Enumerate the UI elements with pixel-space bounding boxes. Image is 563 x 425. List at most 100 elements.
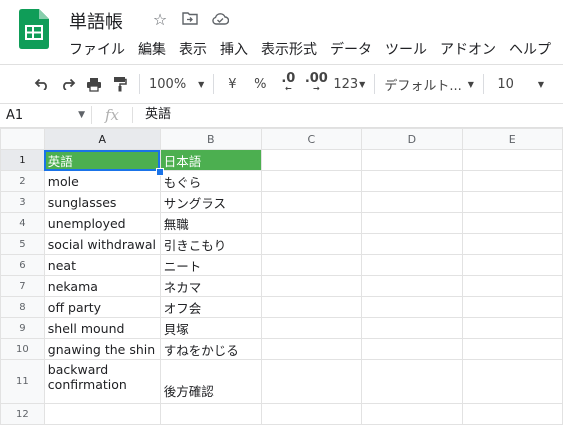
cell[interactable] <box>260 149 363 171</box>
cell[interactable] <box>260 296 363 318</box>
increase-decimal-button[interactable]: .00 → <box>303 71 329 97</box>
cell[interactable] <box>361 254 463 276</box>
row-header[interactable]: 1 <box>0 149 45 171</box>
row-header[interactable]: 11 <box>0 359 45 404</box>
cell[interactable] <box>461 296 563 318</box>
redo-icon[interactable] <box>58 71 78 97</box>
cell[interactable] <box>260 191 363 213</box>
cell[interactable] <box>361 296 463 318</box>
menu-help[interactable]: ヘルプ <box>509 39 551 59</box>
menu-view[interactable]: 表示 <box>179 39 207 59</box>
cell[interactable] <box>461 170 563 192</box>
cell[interactable] <box>361 233 463 255</box>
cell[interactable] <box>260 317 363 339</box>
column-header-b[interactable]: B <box>159 128 262 150</box>
cell[interactable] <box>361 338 463 360</box>
cell-japanese[interactable]: 貝塚 <box>159 317 262 339</box>
cell-english[interactable]: backward confirmation <box>43 359 161 404</box>
more-formats-button[interactable]: 123 ▼ <box>333 71 365 97</box>
cell[interactable] <box>361 403 463 425</box>
cell[interactable] <box>461 359 563 404</box>
cell-english[interactable]: social withdrawal <box>43 233 161 255</box>
cell[interactable] <box>461 317 563 339</box>
menu-data[interactable]: データ <box>330 39 372 59</box>
cloud-status-icon[interactable] <box>210 10 230 30</box>
cell[interactable] <box>361 212 463 234</box>
menu-tools[interactable]: ツール <box>385 39 427 59</box>
undo-icon[interactable] <box>32 71 52 97</box>
cell[interactable] <box>260 170 363 192</box>
cell[interactable] <box>260 403 363 425</box>
cell[interactable] <box>361 170 463 192</box>
column-header-d[interactable]: D <box>361 128 463 150</box>
cell-a1[interactable]: 英語 <box>43 149 161 171</box>
menu-format[interactable]: 表示形式 <box>261 39 317 59</box>
cell[interactable] <box>461 149 563 171</box>
cell-japanese[interactable]: 無職 <box>159 212 262 234</box>
zoom-select[interactable]: 100% ▼ <box>149 71 204 97</box>
cell-english[interactable]: gnawing the shin <box>43 338 161 360</box>
percent-format-button[interactable]: % <box>251 71 269 97</box>
document-title[interactable]: 単語帳 <box>69 8 123 34</box>
row-header[interactable]: 2 <box>0 170 45 192</box>
name-box[interactable]: A1 ▼ <box>0 108 91 123</box>
cell-english[interactable]: nekama <box>43 275 161 297</box>
cell[interactable] <box>461 275 563 297</box>
cell-japanese[interactable]: 後方確認 <box>159 359 262 404</box>
cell-english[interactable]: mole <box>43 170 161 192</box>
row-header[interactable]: 3 <box>0 191 45 213</box>
cell[interactable] <box>461 403 563 425</box>
cell-japanese[interactable]: サングラス <box>159 191 262 213</box>
paint-format-icon[interactable] <box>110 71 130 97</box>
font-select[interactable]: デフォルト... ▼ <box>384 71 474 97</box>
cell[interactable] <box>461 338 563 360</box>
font-size-select[interactable]: 10 ▼ <box>497 71 547 97</box>
sheets-logo-icon[interactable] <box>19 9 49 49</box>
cell-english[interactable]: unemployed <box>43 212 161 234</box>
cell-english[interactable]: off party <box>43 296 161 318</box>
formula-input[interactable]: 英語 <box>132 107 171 123</box>
cell-b1[interactable]: 日本語 <box>159 149 262 171</box>
menu-addons[interactable]: アドオン <box>440 39 496 59</box>
cell[interactable] <box>361 359 463 404</box>
row-header[interactable]: 9 <box>0 317 45 339</box>
menu-file[interactable]: ファイル <box>69 39 125 59</box>
row-header[interactable]: 7 <box>0 275 45 297</box>
cell[interactable] <box>461 254 563 276</box>
cell-japanese[interactable]: ネカマ <box>159 275 262 297</box>
select-all-corner[interactable] <box>0 128 45 150</box>
cell[interactable] <box>43 403 161 425</box>
cell[interactable] <box>461 212 563 234</box>
cell-japanese[interactable]: 引きこもり <box>159 233 262 255</box>
currency-format-button[interactable]: ¥ <box>223 71 241 97</box>
decrease-decimal-button[interactable]: .0 ← <box>277 71 299 97</box>
cell[interactable] <box>461 233 563 255</box>
row-header[interactable]: 5 <box>0 233 45 255</box>
column-header-a[interactable]: A <box>43 128 161 150</box>
print-icon[interactable] <box>84 71 104 97</box>
cell-english[interactable]: sunglasses <box>43 191 161 213</box>
cell[interactable] <box>159 403 262 425</box>
column-header-e[interactable]: E <box>461 128 563 150</box>
row-header[interactable]: 12 <box>0 403 45 425</box>
menu-insert[interactable]: 挿入 <box>220 39 248 59</box>
cell[interactable] <box>361 149 463 171</box>
move-to-folder-icon[interactable] <box>180 10 200 30</box>
cell-japanese[interactable]: ニート <box>159 254 262 276</box>
cell-english[interactable]: neat <box>43 254 161 276</box>
cell-english[interactable]: shell mound <box>43 317 161 339</box>
cell-japanese[interactable]: もぐら <box>159 170 262 192</box>
cell[interactable] <box>260 254 363 276</box>
cell[interactable] <box>260 275 363 297</box>
fill-handle[interactable] <box>156 168 164 176</box>
cell[interactable] <box>260 338 363 360</box>
row-header[interactable]: 10 <box>0 338 45 360</box>
cell-japanese[interactable]: すねをかじる <box>159 338 262 360</box>
cell[interactable] <box>260 233 363 255</box>
cell[interactable] <box>260 359 363 404</box>
cell[interactable] <box>260 212 363 234</box>
row-header[interactable]: 8 <box>0 296 45 318</box>
cell[interactable] <box>361 191 463 213</box>
cell-japanese[interactable]: オフ会 <box>159 296 262 318</box>
cell[interactable] <box>361 275 463 297</box>
